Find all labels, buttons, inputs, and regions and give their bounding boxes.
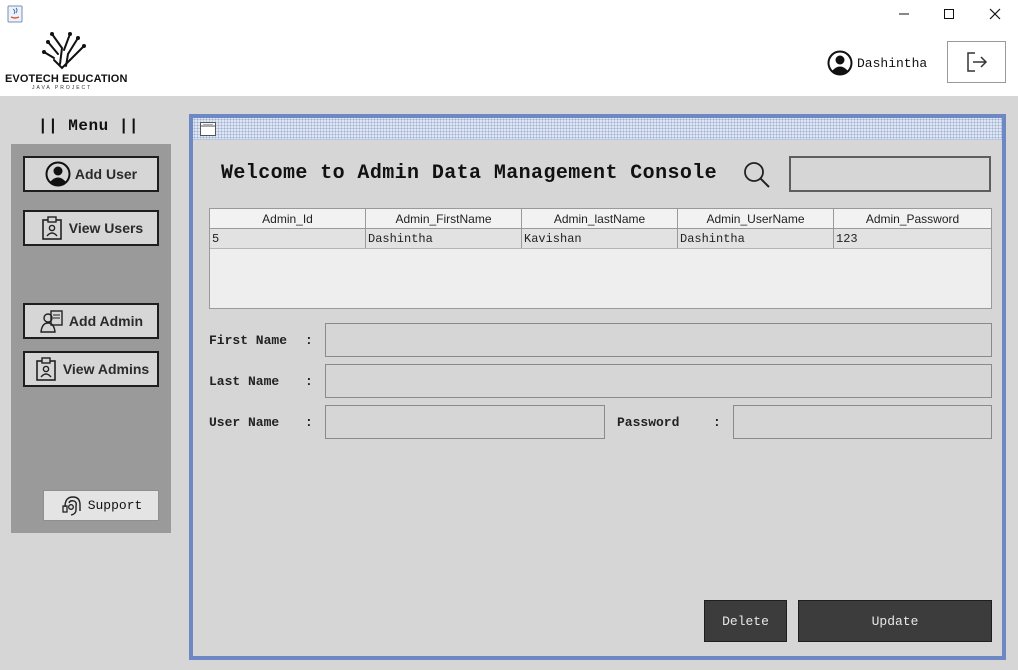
update-button[interactable]: Update <box>798 600 992 642</box>
add-user-label: Add User <box>74 166 138 182</box>
support-button[interactable]: Support <box>43 490 159 521</box>
table-row[interactable]: 5 Dashintha Kavishan Dashintha 123 <box>210 229 991 249</box>
user-name-label: User Name <box>209 415 280 430</box>
table-cell[interactable]: Kavishan <box>522 229 678 248</box>
user-circle-icon <box>45 161 71 187</box>
user-name-field[interactable] <box>325 405 605 439</box>
search-icon[interactable] <box>742 160 772 190</box>
brand-name: EVOTECH EDUCATION <box>5 73 128 85</box>
last-name-field[interactable] <box>325 364 992 398</box>
view-users-button[interactable]: View Users <box>23 210 159 246</box>
close-button[interactable] <box>980 4 1010 24</box>
admin-console-frame: Welcome to Admin Data Management Console… <box>189 114 1006 660</box>
view-admins-label: View Admins <box>62 361 150 377</box>
column-header[interactable]: Admin_lastName <box>522 209 678 228</box>
logout-button[interactable] <box>947 41 1006 83</box>
add-admin-label: Add Admin <box>68 313 144 329</box>
frame-title-bar[interactable] <box>193 118 1002 140</box>
table-cell[interactable]: Dashintha <box>678 229 834 248</box>
delete-button[interactable]: Delete <box>704 600 787 642</box>
user-name-colon: : <box>305 415 313 430</box>
table-header: Admin_Id Admin_FirstName Admin_lastName … <box>210 209 991 229</box>
app-window: EVOTECH EDUCATION JAVA PROJECT Dashintha… <box>0 0 1018 670</box>
support-headset-icon <box>60 494 84 518</box>
column-header[interactable]: Admin_Password <box>834 209 991 228</box>
column-header[interactable]: Admin_UserName <box>678 209 834 228</box>
table-cell[interactable]: 5 <box>210 229 366 248</box>
user-profile[interactable]: Dashintha <box>827 50 927 76</box>
user-name: Dashintha <box>857 55 928 71</box>
header-bar: EVOTECH EDUCATION JAVA PROJECT Dashintha <box>0 0 1018 96</box>
console-title: Welcome to Admin Data Management Console <box>221 162 718 185</box>
table-cell[interactable]: Dashintha <box>366 229 522 248</box>
first-name-colon: : <box>305 333 313 348</box>
first-name-label: First Name <box>209 333 288 348</box>
support-label: Support <box>87 498 143 513</box>
password-label: Password <box>617 415 680 430</box>
maximize-button[interactable] <box>934 4 964 24</box>
minimize-icon <box>899 13 909 15</box>
table-cell[interactable]: 123 <box>834 229 991 248</box>
password-field[interactable] <box>733 405 992 439</box>
last-name-colon: : <box>305 374 313 389</box>
window-icon <box>200 122 216 136</box>
search-input[interactable] <box>789 156 991 192</box>
first-name-field[interactable] <box>325 323 992 357</box>
minimize-button[interactable] <box>889 4 919 24</box>
admin-icon <box>39 308 65 334</box>
last-name-label: Last Name <box>209 374 280 389</box>
menu-title: || Menu || <box>38 117 140 135</box>
id-card-icon <box>33 356 59 382</box>
user-avatar-icon <box>827 50 853 76</box>
maximize-icon <box>944 9 954 19</box>
logout-icon <box>966 52 987 72</box>
brand-tagline: JAVA PROJECT <box>32 85 93 91</box>
java-icon <box>7 5 23 23</box>
add-user-button[interactable]: Add User <box>23 156 159 192</box>
view-users-label: View Users <box>68 220 144 236</box>
id-card-icon <box>39 215 65 241</box>
column-header[interactable]: Admin_FirstName <box>366 209 522 228</box>
password-colon: : <box>713 415 721 430</box>
view-admins-button[interactable]: View Admins <box>23 351 159 387</box>
column-header[interactable]: Admin_Id <box>210 209 366 228</box>
add-admin-button[interactable]: Add Admin <box>23 303 159 339</box>
admin-table: Admin_Id Admin_FirstName Admin_lastName … <box>209 208 992 309</box>
close-icon <box>989 8 1001 20</box>
